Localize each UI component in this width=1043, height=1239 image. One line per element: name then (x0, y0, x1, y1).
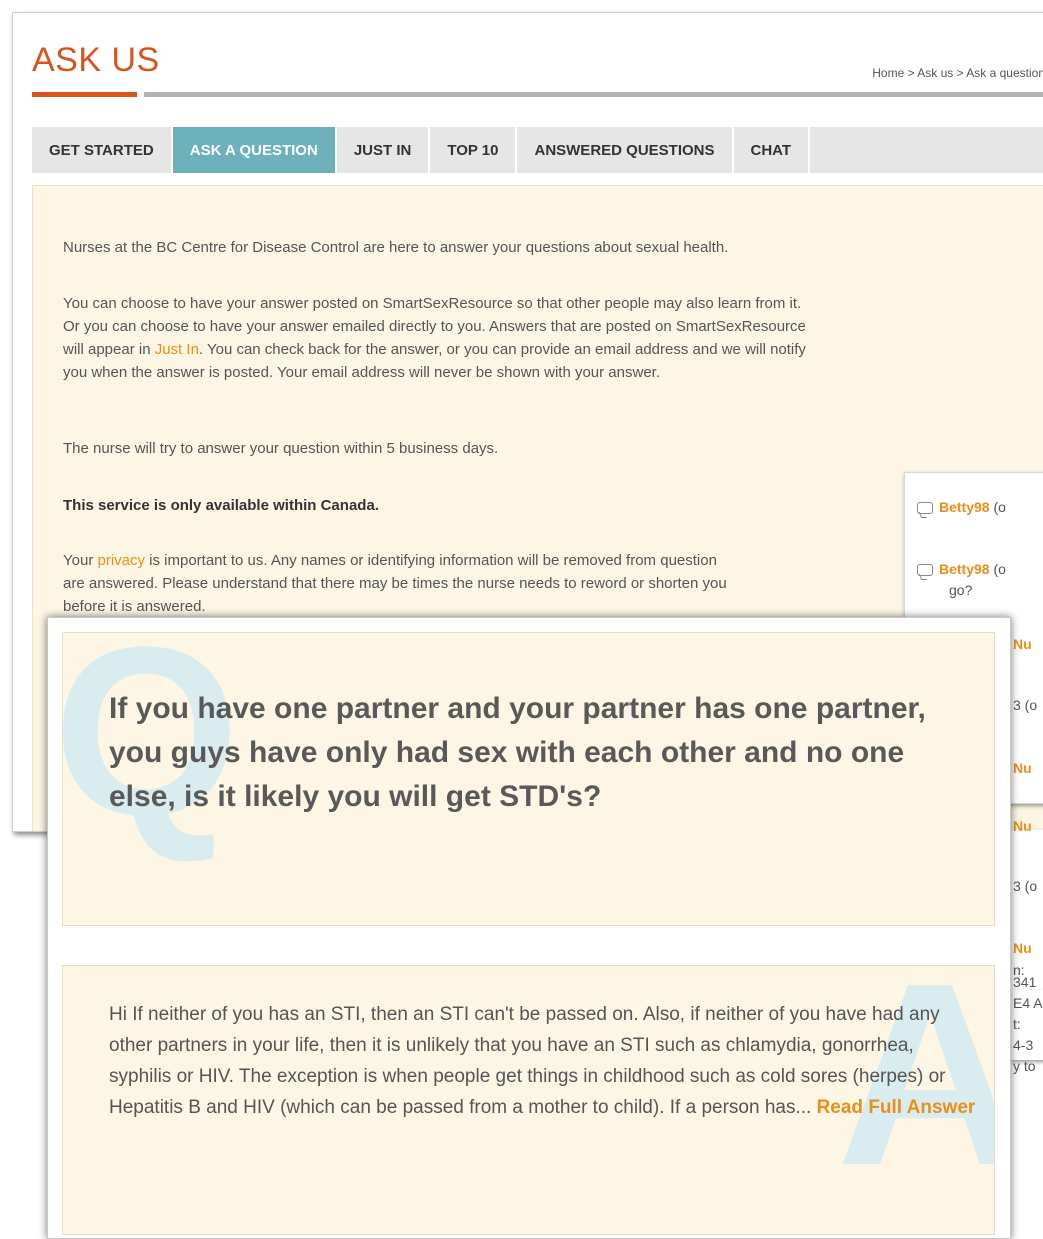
page-title: ASK US (32, 41, 160, 79)
intro-p5-line-2: are answered. Please understand that the… (63, 575, 727, 592)
intro-paragraph-3: The nurse will try to answer your questi… (63, 440, 499, 457)
side-snippet: Nu (1013, 636, 1032, 652)
tab-get-started[interactable]: GET STARTED (32, 127, 173, 173)
intro-p2-line-3: will appear in Just In. You can check ba… (63, 338, 1018, 361)
side-panel-lower: Nu 3 (o Nu n: (1009, 818, 1043, 990)
side-snippet: Nu (1013, 818, 1032, 834)
side-snippet: Nu (1013, 940, 1032, 956)
breadcrumb[interactable]: Home > Ask us > Ask a question (872, 66, 1043, 80)
intro-p2-line-4: you when the answer is posted. Your emai… (63, 364, 660, 381)
question-text: If you have one partner and your partner… (109, 692, 926, 813)
read-full-answer-link[interactable]: Read Full Answer (817, 1097, 976, 1118)
side-snippet: 341 (1013, 974, 1037, 990)
side-snippet: 3 (o (1013, 697, 1038, 713)
intro-p5-line-3: before it is answered. (63, 598, 206, 615)
intro-p2-text: will appear in (63, 341, 155, 358)
intro-p5-line-1: Your privacy is important to us. Any nam… (63, 549, 903, 572)
intro-paragraph-1: Nurses at the BC Centre for Disease Cont… (63, 239, 729, 256)
tab-answered-questions[interactable]: ANSWERED QUESTIONS (517, 127, 734, 173)
tab-just-in[interactable]: JUST IN (337, 127, 431, 173)
comment-bubble-icon (917, 502, 933, 515)
tab-chat[interactable]: CHAT (734, 127, 811, 173)
tab-ask-a-question[interactable]: ASK A QUESTION (172, 127, 337, 173)
intro-p5-text: is important to us. Any names or identif… (145, 552, 717, 569)
comment-excerpt: go? (949, 582, 973, 598)
side-snippet: E4 A (1013, 995, 1043, 1011)
answer-box: A Hi If neither of you has an STI, then … (62, 965, 995, 1235)
canada-only-notice: This service is only available within Ca… (63, 497, 379, 514)
just-in-link[interactable]: Just In (155, 341, 199, 358)
comment-suffix: (o (993, 499, 1006, 515)
intro-p5-text: Your (63, 552, 98, 569)
question-box: Q If you have one partner and your partn… (62, 632, 995, 926)
side-snippet: y to (1013, 1058, 1036, 1074)
side-snippet: 4-3 (1013, 1037, 1034, 1053)
intro-p2-text: . You can check back for the answer, or … (198, 341, 806, 358)
tab-top-10[interactable]: TOP 10 (430, 127, 518, 173)
title-underline-accent (32, 92, 137, 97)
comment-username[interactable]: Betty98 (939, 561, 990, 577)
intro-paragraph-5: Your privacy is important to us. Any nam… (63, 549, 903, 618)
side-snippet: t: (1013, 1016, 1021, 1032)
comment-bubble-icon (917, 564, 933, 577)
question-answer-card: Q If you have one partner and your partn… (47, 617, 1011, 1239)
answer-text: Hi If neither of you has an STI, then an… (109, 999, 979, 1123)
comment-item[interactable]: Betty98 (o (917, 499, 1006, 515)
comment-item[interactable]: Betty98 (o (917, 561, 1006, 577)
side-snippet: 3 (o (1013, 878, 1038, 894)
intro-p2-line-2: Or you can choose to have your answer em… (63, 318, 806, 335)
privacy-link[interactable]: privacy (97, 552, 145, 569)
comment-suffix: (o (993, 561, 1006, 577)
intro-p2-line-1: You can choose to have your answer poste… (63, 295, 802, 312)
title-underline-rule (144, 92, 1043, 97)
side-snippet: Nu (1013, 760, 1032, 776)
side-panel-tail: 341 E4 A t: 4-3 y to (1009, 974, 1043, 1074)
tab-bar: GET STARTED ASK A QUESTION JUST IN TOP 1… (32, 127, 1043, 173)
intro-paragraph-2: You can choose to have your answer poste… (63, 292, 1018, 384)
comment-username[interactable]: Betty98 (939, 499, 990, 515)
